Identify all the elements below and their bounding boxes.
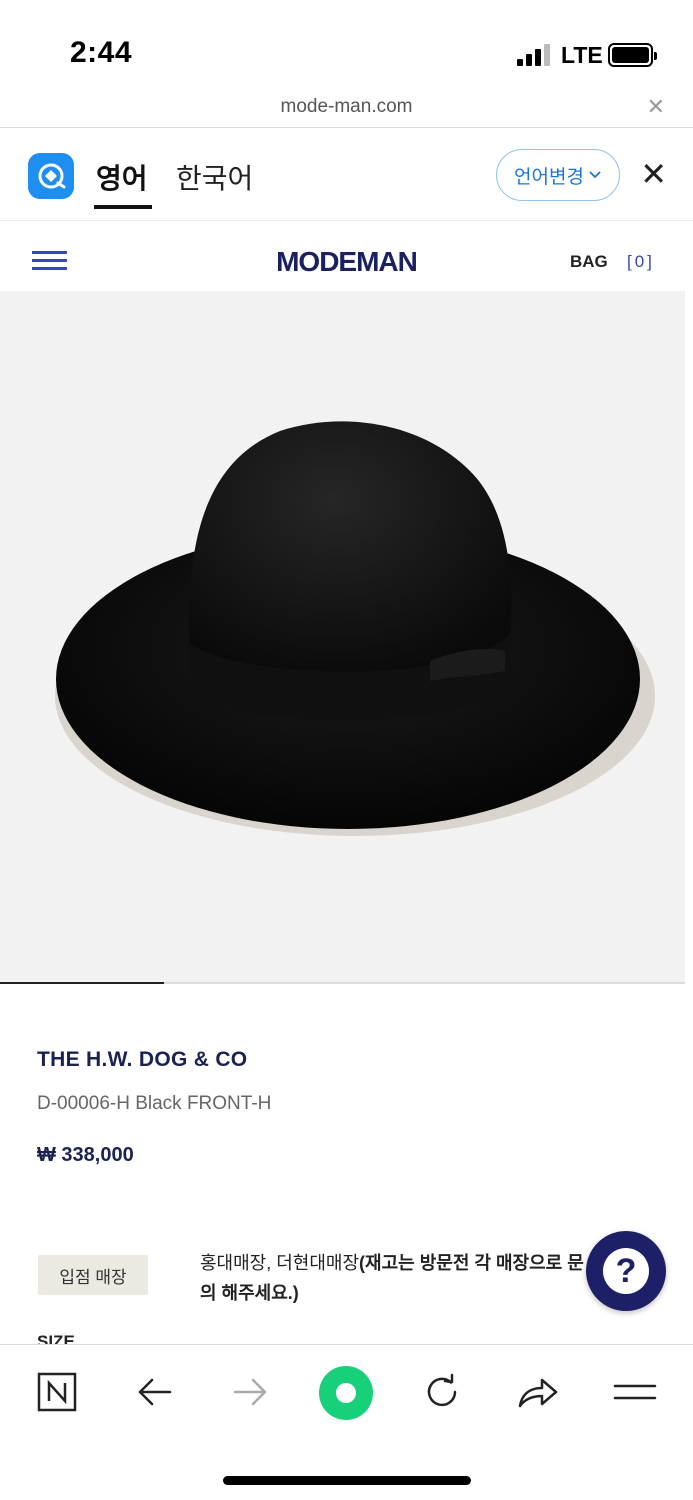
tab-english[interactable]: 영어 (94, 157, 152, 209)
change-language-button[interactable]: 언어변경 (496, 149, 620, 201)
share-icon[interactable] (513, 1367, 563, 1417)
home-indicator[interactable] (223, 1476, 471, 1485)
store-names: 홍대매장, 더현대매장 (200, 1253, 360, 1273)
signal-strength-icon (517, 44, 551, 66)
menu-icon[interactable] (610, 1367, 660, 1417)
bag-count[interactable]: [0] (627, 252, 655, 272)
forward-arrow-icon[interactable] (226, 1367, 276, 1417)
network-type: LTE (561, 42, 603, 68)
gallery-progress-fill (0, 982, 165, 984)
status-bar: 2:44 LTE (0, 0, 693, 90)
change-language-label: 언어변경 (514, 166, 584, 188)
url-close-icon[interactable]: ✕ (647, 94, 665, 120)
url-bar[interactable]: mode-man.com ✕ (0, 90, 693, 128)
site-header: MODEMAN BAG [0] (0, 222, 693, 290)
reload-icon[interactable] (417, 1367, 467, 1417)
papago-logo-icon (28, 153, 74, 199)
naver-n-icon[interactable] (32, 1367, 82, 1417)
translate-bar: 영어 한국어 언어변경 ✕ (0, 129, 693, 221)
battery-icon (608, 43, 657, 67)
store-label-badge: 입점 매장 (38, 1255, 148, 1295)
product-price: ₩ 338,000 (37, 1144, 134, 1166)
gallery-progress-bar (0, 982, 685, 984)
translate-close-icon[interactable]: ✕ (640, 155, 667, 193)
chevron-down-icon (589, 171, 601, 179)
tab-korean[interactable]: 한국어 (176, 157, 253, 197)
fedora-hat-image (55, 421, 655, 836)
product-image[interactable] (0, 291, 685, 983)
back-arrow-icon[interactable] (129, 1367, 179, 1417)
store-info-text: 홍대매장, 더현대매장(재고는 방문전 각 매장으로 문의 해주세요.) (200, 1248, 600, 1308)
help-button[interactable]: ? (586, 1231, 666, 1311)
url-domain[interactable]: mode-man.com (0, 96, 693, 118)
product-name: D-00006-H Black FRONT-H (37, 1093, 272, 1114)
bag-link[interactable]: BAG (570, 252, 608, 272)
question-icon: ? (603, 1248, 649, 1294)
product-brand[interactable]: THE H.W. DOG & CO (37, 1048, 247, 1072)
status-time: 2:44 (70, 36, 133, 69)
green-dot-home-icon[interactable] (315, 1362, 377, 1424)
size-label: SIZE (37, 1332, 75, 1344)
